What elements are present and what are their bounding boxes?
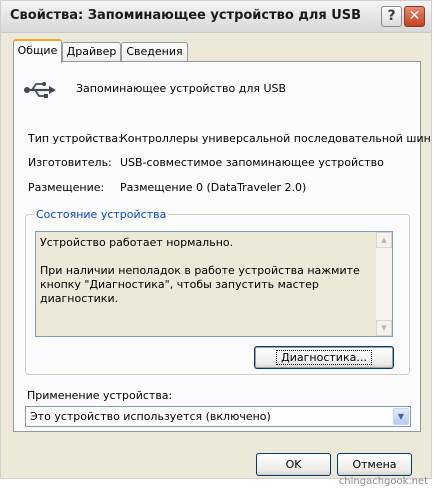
- location-label: Размещение:: [28, 181, 105, 194]
- help-button[interactable]: ?: [381, 6, 402, 27]
- watermark: chingachgook.net: [338, 476, 428, 487]
- cancel-button[interactable]: Отмена: [337, 453, 412, 476]
- location-value: Размещение 0 (DataTraveler 2.0): [120, 181, 307, 194]
- device-usage-label: Применение устройства:: [27, 389, 173, 402]
- scroll-down-arrow-icon[interactable]: ▼: [376, 320, 392, 336]
- device-usage-select[interactable]: Это устройство используется (включено) ▼: [25, 406, 411, 427]
- device-type-label: Тип устройства:: [28, 132, 122, 145]
- device-status-text: Устройство работает нормально. При налич…: [40, 236, 370, 320]
- dropdown-arrow-icon[interactable]: ▼: [393, 408, 409, 425]
- window-title: Свойства: Запоминающее устройство для US…: [10, 8, 362, 23]
- diagnostics-button-label: Диагностика...: [276, 350, 372, 365]
- status-line-normal: Устройство работает нормально.: [40, 236, 234, 249]
- device-name: Запоминающее устройство для USB: [76, 82, 287, 95]
- device-status-text-box[interactable]: Устройство работает нормально. При налич…: [35, 231, 393, 337]
- close-button[interactable]: ✕: [404, 6, 425, 27]
- usb-icon: [24, 82, 56, 98]
- tab-driver[interactable]: Драйвер: [62, 42, 121, 62]
- status-scrollbar[interactable]: ▲ ▼: [376, 232, 392, 336]
- ok-button[interactable]: OK: [256, 453, 331, 476]
- device-usage-value: Это устройство используется (включено): [30, 410, 271, 423]
- tab-details[interactable]: Сведения: [121, 42, 188, 62]
- tab-general[interactable]: Общие: [13, 39, 62, 63]
- manufacturer-value: USB-совместимое запоминающее устройство: [120, 156, 384, 169]
- manufacturer-label: Изготовитель:: [28, 156, 112, 169]
- status-line-help: При наличии неполадок в работе устройств…: [40, 264, 360, 305]
- diagnostics-button[interactable]: Диагностика...: [254, 346, 394, 369]
- scroll-up-arrow-icon[interactable]: ▲: [376, 232, 392, 248]
- properties-dialog: Свойства: Запоминающее устройство для US…: [0, 0, 432, 479]
- title-bar[interactable]: Свойства: Запоминающее устройство для US…: [1, 1, 431, 33]
- device-type-value: Контроллеры универсальной последовательн…: [120, 132, 431, 145]
- device-status-title: Состояние устройства: [34, 208, 169, 221]
